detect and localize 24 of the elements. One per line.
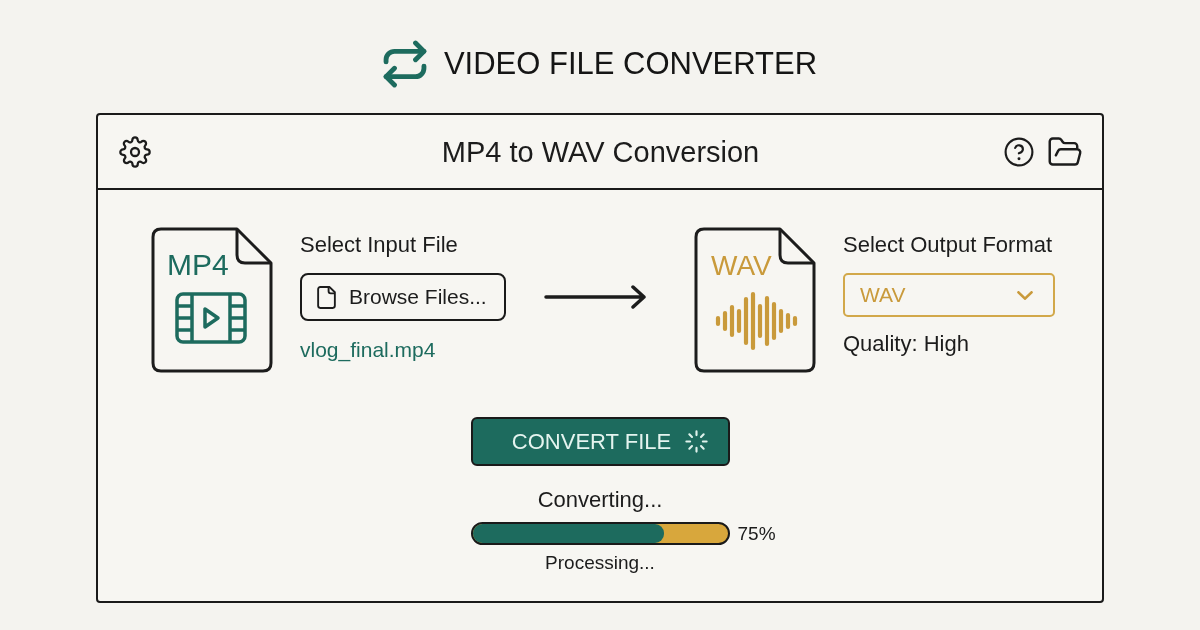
file-type-label: MP4: [167, 248, 229, 282]
app-title: VIDEO FILE CONVERTER: [443, 46, 818, 82]
progress-percent: 75%: [737, 522, 776, 545]
file-type-label: WAV: [711, 249, 772, 283]
document-icon: [317, 285, 336, 309]
quality-text: Quality: High: [843, 331, 969, 357]
chevron-down-icon: [1017, 290, 1033, 300]
browse-button[interactable]: Browse Files...: [300, 273, 506, 321]
window-title: MP4 to WAV Conversion: [441, 134, 760, 169]
field-label: Select Output Format: [843, 232, 1053, 258]
status-text: Converting...: [537, 487, 663, 513]
waveform-icon: [714, 291, 798, 351]
file-icon: [151, 227, 273, 373]
right-arrow-icon: [544, 285, 648, 309]
file-icon: [694, 227, 816, 373]
swap-arrows-icon: [382, 40, 427, 88]
settings-icon[interactable]: [119, 135, 151, 168]
film-icon: [175, 292, 247, 344]
help-icon[interactable]: [1004, 136, 1034, 167]
folder-icon[interactable]: [1048, 137, 1082, 166]
convert-button[interactable]: CONVERT FILE: [470, 417, 730, 466]
status-detail: Processing...: [545, 552, 655, 574]
file-name: vlog_final.mp4: [300, 338, 436, 362]
field-label: Select Input File: [300, 232, 458, 258]
